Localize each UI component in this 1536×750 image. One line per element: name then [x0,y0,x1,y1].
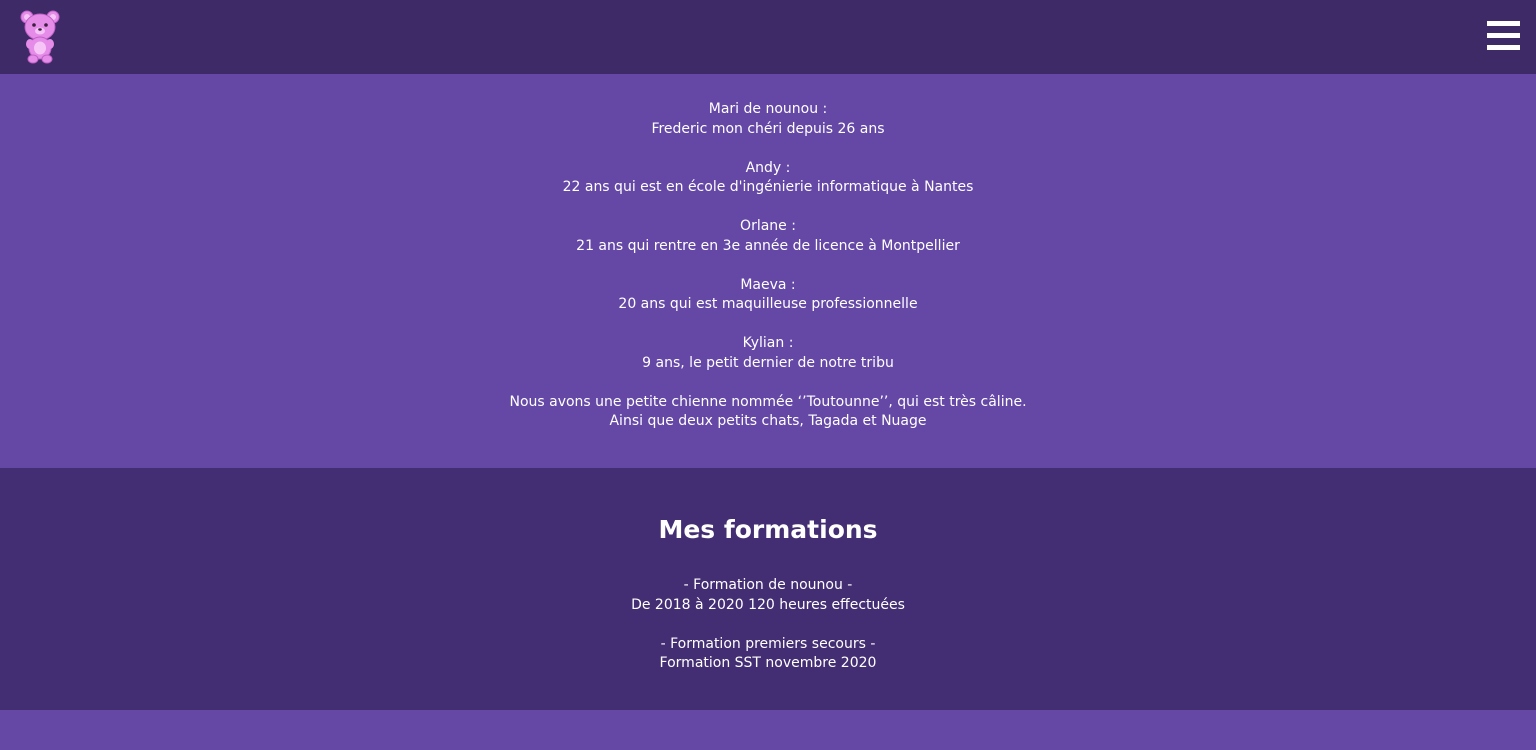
next-section [0,710,1536,750]
formation-name: - Formation premiers secours - [660,635,876,652]
family-member-detail: 20 ans qui est maquilleuse professionnel… [618,296,918,312]
menu-bar-middle [1487,33,1520,38]
family-member-detail: Frederic mon chéri depuis 26 ans [651,120,885,137]
family-member-label: Andy : [745,159,791,176]
family-pets: Nous avons une petite chienne nommée ‘’T… [0,393,1536,432]
formations-title: Mes formations [658,515,878,544]
formations-section: Mes formations - Formation de nounou - D… [0,468,1536,710]
top-navigation-bar [0,0,1536,74]
formation-item-secours: - Formation premiers secours - Formation… [0,635,1536,674]
family-member-spouse: Mari de nounou : Frederic mon chéri depu… [0,100,1536,139]
family-member-label: Maeva : [740,276,796,293]
family-member-detail: 9 ans, le petit dernier de notre tribu [642,354,894,371]
family-member-kylian: Kylian : 9 ans, le petit dernier de notr… [0,334,1536,373]
family-member-label: Mari de nounou : [708,101,828,117]
pink-teddy-bear-icon [20,10,60,64]
family-member-andy: Andy : 22 ans qui est en école d'ingénie… [0,159,1536,198]
formation-name: - Formation de nounou - [683,577,853,593]
pets-line: Ainsi que deux petits chats, Tagada et N… [609,413,927,429]
logo-link[interactable] [18,8,62,64]
menu-bar-bottom [1487,45,1520,50]
family-member-detail: 22 ans qui est en école d'ingénierie inf… [562,179,974,195]
family-member-label: Kylian : [742,335,794,351]
family-member-orlane: Orlane : 21 ans qui rentre en 3e année d… [0,217,1536,256]
family-member-maeva: Maeva : 20 ans qui est maquilleuse profe… [0,276,1536,315]
family-member-detail: 21 ans qui rentre en 3e année de licence… [576,237,960,254]
formation-detail: De 2018 à 2020 120 heures effectuées [631,596,905,613]
menu-bar-top [1487,21,1520,26]
formation-item-nounou: - Formation de nounou - De 2018 à 2020 1… [0,576,1536,615]
pets-line: Nous avons une petite chienne nommée ‘’T… [509,393,1027,410]
family-section: Mari de nounou : Frederic mon chéri depu… [0,74,1536,468]
hamburger-menu-icon[interactable] [1484,19,1522,53]
family-member-label: Orlane : [740,218,796,234]
formation-detail: Formation SST novembre 2020 [659,655,877,671]
